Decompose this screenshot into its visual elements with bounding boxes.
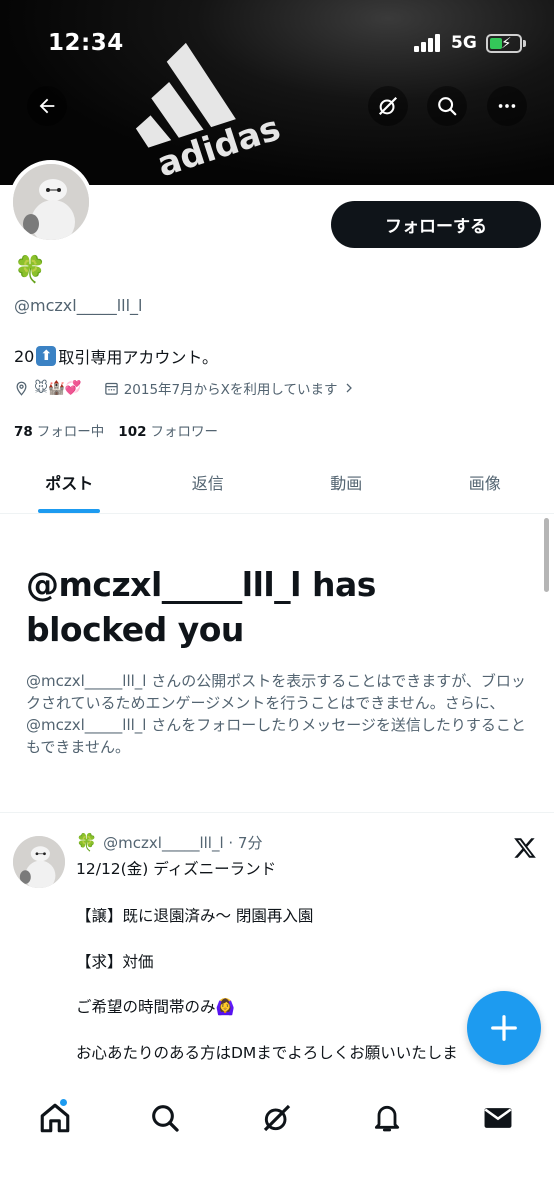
avatar-image <box>13 836 65 888</box>
avatar-image <box>13 164 89 240</box>
tab-replies[interactable]: 返信 <box>139 450 278 513</box>
search-icon <box>438 97 457 116</box>
nav-notifications[interactable] <box>363 1094 411 1142</box>
follow-button[interactable]: フォローする <box>331 201 541 248</box>
section-divider <box>0 812 554 813</box>
location-pin-icon <box>16 381 27 396</box>
bio-prefix: 20 <box>14 346 35 366</box>
nav-messages[interactable] <box>474 1094 522 1142</box>
profile-bio: 20 ⬆ 取引専用アカウント。 <box>14 344 218 368</box>
battery-cap <box>523 40 526 47</box>
status-time: 12:34 <box>48 30 124 56</box>
more-icon <box>498 104 516 108</box>
mail-icon <box>484 1108 512 1128</box>
followers-label: フォロワー <box>150 424 218 440</box>
following-link[interactable]: 78 フォロー中 <box>14 420 104 440</box>
grok-icon <box>378 96 398 116</box>
battery-icon: ⚡ <box>486 34 522 53</box>
grok-button[interactable] <box>368 86 408 126</box>
calendar-icon <box>104 382 118 395</box>
following-label: フォロー中 <box>36 424 105 440</box>
tab-images[interactable]: 画像 <box>416 450 554 513</box>
bottom-nav <box>0 1080 554 1200</box>
up-arrow-icon: ⬆ <box>36 346 57 366</box>
profile-tabs: ポスト 返信 動画 画像 <box>0 450 554 514</box>
grok-icon <box>263 1104 291 1132</box>
scrollbar[interactable] <box>544 518 549 592</box>
followers-count: 102 <box>118 424 147 440</box>
signal-strength-icon <box>414 34 442 52</box>
x-logo-icon <box>514 838 536 858</box>
status-bar: 12:34 5G ⚡ <box>0 0 554 88</box>
profile-handle: @mczxl_____lll_l <box>14 296 143 315</box>
charging-bolt-icon: ⚡ <box>501 34 512 52</box>
blocked-title: @mczxl_____lll_l has blocked you <box>26 565 376 649</box>
post-avatar[interactable] <box>13 836 65 888</box>
post-text-line: お心あたりのある方はDMまでよろしくお願いいたしま <box>76 1044 458 1062</box>
bell-icon <box>374 1106 400 1132</box>
post-header: 🍀 @mczxl_____lll_l · 7分 <box>76 832 262 853</box>
back-button[interactable] <box>27 86 67 126</box>
chevron-right-icon <box>346 383 352 393</box>
follow-counts: 78 フォロー中 102 フォロワー <box>14 420 218 440</box>
location-item: 🐭🏰💞 <box>14 380 82 396</box>
display-name: 🍀 <box>14 255 47 285</box>
tab-posts[interactable]: ポスト <box>0 450 139 513</box>
nav-grok[interactable] <box>253 1094 301 1142</box>
post-text-line: 12/12(金) ディズニーランド <box>76 860 277 878</box>
tab-videos[interactable]: 動画 <box>277 450 416 513</box>
joined-item[interactable]: 2015年7月からXを利用しています <box>104 378 355 398</box>
network-type: 5G <box>451 33 477 53</box>
search-icon <box>152 1105 179 1132</box>
followers-link[interactable]: 102 フォロワー <box>118 420 218 440</box>
post-text-line: 【譲】既に退園済み〜 閉園再入園 <box>76 907 314 925</box>
arrow-left-icon <box>39 98 55 114</box>
profile-avatar[interactable] <box>9 160 93 244</box>
plus-icon <box>491 1015 517 1041</box>
bio-suffix: 取引専用アカウント。 <box>58 348 219 367</box>
location-text: 🐭🏰💞 <box>34 380 82 396</box>
profile-meta: 🐭🏰💞 2015年7月からXを利用しています <box>14 378 355 398</box>
post-author-name[interactable]: 🍀 <box>76 833 97 853</box>
search-button[interactable] <box>427 86 467 126</box>
post-handle-time: @mczxl_____lll_l · 7分 <box>103 834 263 852</box>
nav-search[interactable] <box>141 1094 189 1142</box>
post-text-line: ご希望の時間帯のみ🙆‍♀️ <box>76 998 235 1016</box>
following-count: 78 <box>14 424 33 440</box>
home-badge <box>59 1098 68 1107</box>
joined-text: 2015年7月からXを利用しています <box>123 382 338 398</box>
home-icon <box>40 1103 70 1133</box>
more-button[interactable] <box>487 86 527 126</box>
nav-home[interactable] <box>31 1094 79 1142</box>
compose-button[interactable] <box>467 991 541 1065</box>
post-text-line: 【求】対価 <box>76 953 154 971</box>
blocked-description: @mczxl_____lll_l さんの公開ポストを表示することはできますが、ブ… <box>26 672 526 756</box>
